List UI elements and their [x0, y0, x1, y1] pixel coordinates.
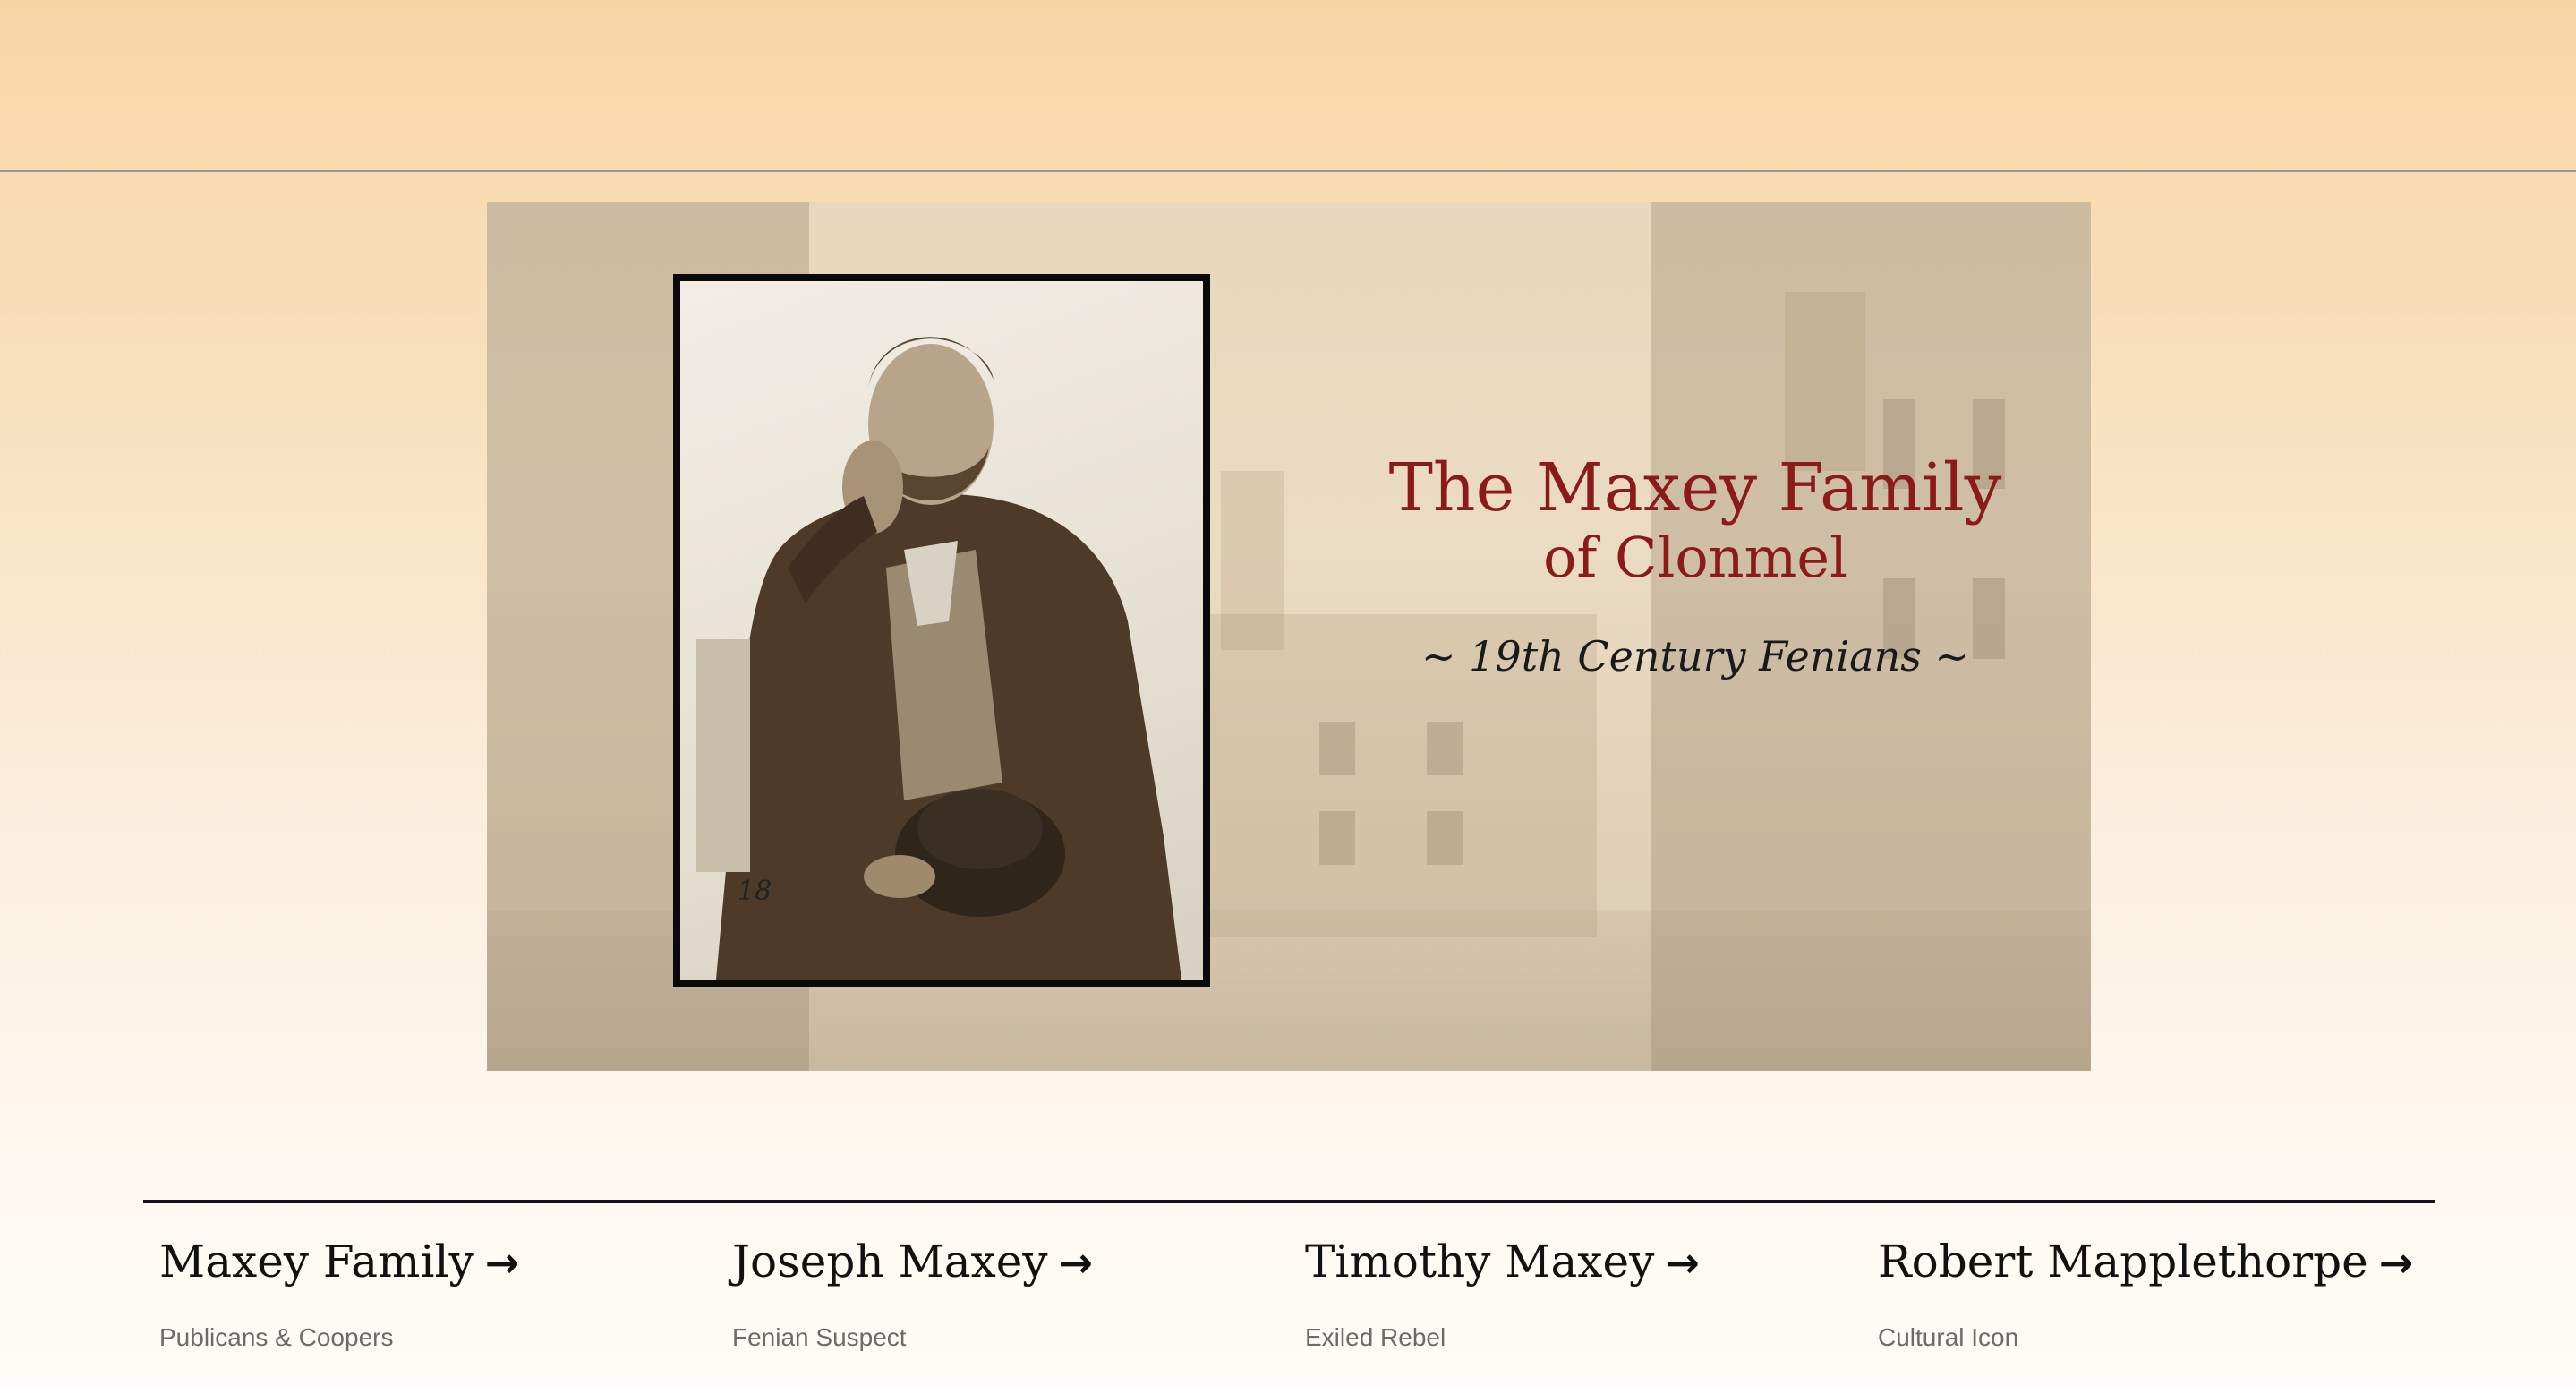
- hero-tagline: ~ 19th Century Fenians ~: [1421, 632, 1969, 680]
- background-chimney: [1785, 292, 1865, 471]
- background-window: [1427, 722, 1463, 775]
- photo-number-label: 18: [738, 876, 772, 907]
- card-title-text[interactable]: Robert Mapplethorpe: [1878, 1236, 2368, 1288]
- card-title[interactable]: Timothy Maxey →: [1305, 1236, 1700, 1288]
- card-title-text[interactable]: Joseph Maxey: [732, 1236, 1048, 1288]
- arrow-right-icon[interactable]: →: [2379, 1238, 2414, 1287]
- background-window: [1319, 722, 1355, 775]
- card-title-text[interactable]: Timothy Maxey: [1305, 1236, 1654, 1288]
- background-tower: [1221, 471, 1284, 650]
- background-window: [1319, 811, 1355, 865]
- top-header-bar: [0, 0, 2576, 172]
- arrow-right-icon[interactable]: →: [485, 1238, 520, 1287]
- card-subtitle: Exiled Rebel: [1305, 1323, 1446, 1351]
- card-title[interactable]: Joseph Maxey →: [732, 1236, 1093, 1288]
- hero-banner: 18 The Maxey Family of Clonmel ~ 19th Ce…: [487, 202, 2091, 1071]
- hero-title-subtitle: of Clonmel: [1543, 525, 1847, 590]
- card-timothy-maxey[interactable]: Timothy Maxey → Exiled Rebel: [1289, 1227, 1826, 1370]
- card-subtitle: Fenian Suspect: [732, 1323, 907, 1351]
- card-maxey-family[interactable]: Maxey Family → Publicans & Coopers: [143, 1227, 680, 1370]
- portrait-photo: 18: [680, 281, 1203, 980]
- card-title-text[interactable]: Maxey Family: [159, 1236, 474, 1288]
- portrait-photo-frame: 18: [673, 274, 1210, 987]
- person-card-list: Maxey Family → Publicans & Coopers Joseph…: [143, 1227, 2435, 1370]
- arrow-right-icon[interactable]: →: [1665, 1238, 1700, 1287]
- card-subtitle: Publicans & Coopers: [159, 1323, 394, 1351]
- card-joseph-maxey[interactable]: Joseph Maxey → Fenian Suspect: [716, 1227, 1253, 1370]
- card-title[interactable]: Robert Mapplethorpe →: [1878, 1236, 2413, 1288]
- background-window: [1427, 811, 1463, 865]
- card-robert-mapplethorpe[interactable]: Robert Mapplethorpe → Cultural Icon: [1862, 1227, 2435, 1370]
- card-title[interactable]: Maxey Family →: [159, 1236, 519, 1288]
- hero-title: The Maxey Family of Clonmel: [1382, 453, 2009, 593]
- hero-title-main: The Maxey Family: [1388, 449, 2002, 526]
- card-subtitle: Cultural Icon: [1878, 1323, 2019, 1351]
- portrait-illustration: [696, 337, 1181, 980]
- background-awning: [487, 704, 693, 811]
- section-divider: [143, 1200, 2435, 1203]
- arrow-right-icon[interactable]: →: [1059, 1238, 1094, 1287]
